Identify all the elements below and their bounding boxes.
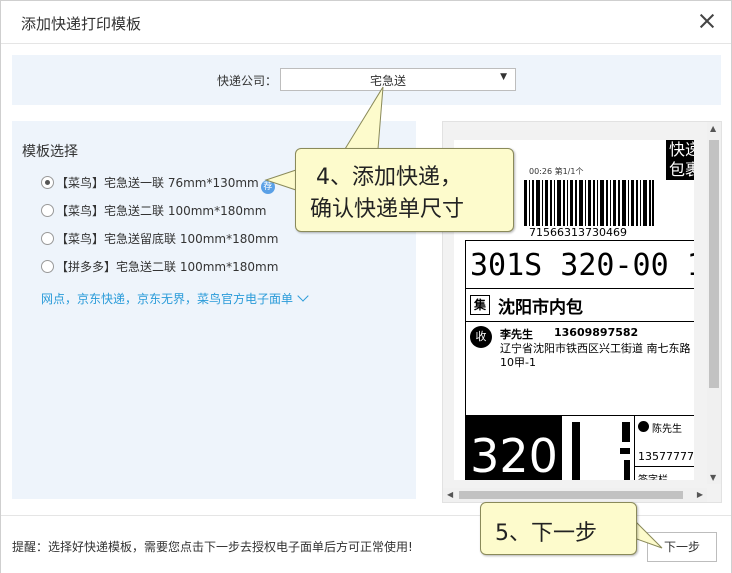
template-option-4[interactable]: 【拼多多】宅急送二联 100mm*180mm [41, 258, 278, 276]
scrollbar-thumb[interactable] [709, 140, 719, 388]
step4-line2: 确认快递单尺寸 [310, 197, 465, 222]
receiver-address: 辽宁省沈阳市铁西区兴工街道 南七东路10甲-1 [500, 342, 691, 369]
radio-checked-icon[interactable] [41, 176, 54, 189]
step5-callout: 5、下一步 [480, 502, 637, 555]
scroll-left-icon[interactable]: ◀ [447, 490, 453, 499]
scrollbar-thumb[interactable] [459, 491, 683, 499]
dropdown-arrow-icon: ▼ [500, 72, 507, 82]
add-template-dialog: 添加快递打印模板 快递公司： 宅急送 ▼ 模板选择 【菜鸟】宅急送一联 76mm… [0, 0, 732, 573]
template-option-label: 【菜鸟】宅急送一联 76mm*130mm [56, 176, 259, 190]
preview-horizontal-scrollbar[interactable]: ◀ ▶ [443, 488, 707, 502]
recommend-badge: 荐 [260, 180, 275, 194]
receiver-phone: 13609897582 [554, 326, 639, 339]
next-button[interactable]: 下一步 [647, 532, 717, 562]
print-meta: 00:26 第1/1个 [529, 167, 584, 176]
template-option-2[interactable]: 【菜鸟】宅急送二联 100mm*180mm [41, 202, 266, 220]
sender-name: 陈先生 [652, 424, 682, 435]
footer-hint: 提醒：选择好快递模板，需要您点击下一步去授权电子面单后方可正常使用! [12, 540, 413, 554]
bottom-block: 320 陈先生 1357777777 签字栏 [465, 415, 694, 480]
sort-code: 320 [466, 416, 562, 480]
receiver-name: 李先生 [500, 328, 533, 341]
receive-icon: 收 [470, 326, 492, 348]
route-code-text: 301S 320-00 12 [470, 248, 694, 283]
company-row: 快递公司： 宅急送 ▼ [12, 55, 721, 105]
template-option-3[interactable]: 【菜鸟】宅急送留底联 100mm*180mm [41, 230, 278, 248]
step4-line1: 4、添加快递， [316, 165, 462, 190]
template-section-title: 模板选择 [22, 144, 78, 160]
template-option-label: 【菜鸟】宅急送留底联 100mm*180mm [56, 232, 279, 246]
qr-code-icon [572, 422, 630, 480]
sender-block: 陈先生 1357777777 签字栏 [634, 416, 694, 480]
radio-icon[interactable] [41, 260, 54, 273]
step4-callout: 4、添加快递， 确认快递单尺寸 [295, 148, 514, 232]
scroll-up-icon[interactable]: ▲ [710, 124, 716, 133]
dialog-title: 添加快递打印模板 [21, 15, 142, 33]
package-label-line1: 快递 [668, 140, 694, 159]
signature-field: 签字栏 [635, 466, 694, 480]
preview-vertical-scrollbar[interactable]: ▲ ▼ [707, 122, 721, 484]
receiver-block: 收 李先生 13609897582 辽宁省沈阳市铁西区兴工街道 南七东路10甲-… [465, 321, 694, 416]
company-select[interactable]: 宅急送 ▼ [280, 68, 516, 91]
barcode-number: 71566313730469 [529, 226, 627, 239]
barcode-icon [524, 180, 654, 226]
template-option-label: 【菜鸟】宅急送二联 100mm*180mm [56, 204, 267, 218]
more-templates-link[interactable]: 网点，京东快递，京东无界，菜鸟官方电子面单 [41, 290, 309, 307]
chevron-down-icon [297, 290, 309, 302]
package-label: 快递 包裹 [666, 140, 694, 180]
radio-icon[interactable] [41, 232, 54, 245]
scroll-down-icon[interactable]: ▼ [710, 473, 716, 482]
collect-icon: 集 [470, 295, 490, 315]
destination-text: 沈阳市内包 [498, 298, 583, 318]
close-icon[interactable] [697, 11, 717, 31]
route-code: 301S 320-00 12 [465, 240, 694, 289]
step5-text: 5、下一步 [495, 521, 597, 546]
template-option-1[interactable]: 【菜鸟】宅急送一联 76mm*130mm 荐 [41, 174, 275, 194]
company-label: 快递公司： [217, 74, 278, 88]
sender-icon [638, 421, 649, 432]
sender-phone: 1357777777 [638, 450, 694, 463]
dialog-titlebar: 添加快递打印模板 [1, 1, 731, 44]
radio-icon[interactable] [41, 204, 54, 217]
company-select-value: 宅急送 [369, 74, 406, 88]
signature-label: 签字栏 [638, 471, 668, 480]
destination-row: 集 沈阳市内包 [465, 288, 694, 322]
template-option-label: 【拼多多】宅急送二联 100mm*180mm [56, 260, 279, 274]
package-label-line2: 包裹 [668, 160, 694, 179]
scroll-right-icon[interactable]: ▶ [697, 490, 703, 499]
more-templates-text: 网点，京东快递，京东无界，菜鸟官方电子面单 [41, 292, 294, 306]
